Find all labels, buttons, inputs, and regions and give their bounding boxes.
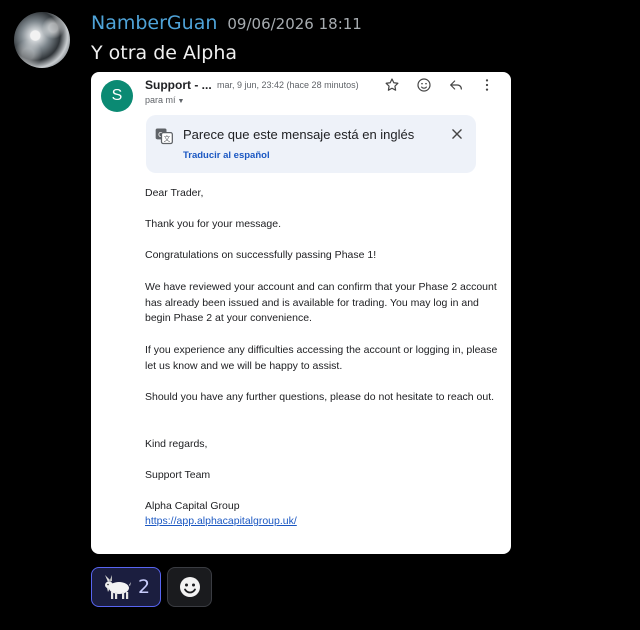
svg-text:文: 文 [164, 134, 171, 143]
message-timestamp: 09/06/2026 18:11 [227, 15, 362, 33]
close-icon [452, 129, 462, 139]
message-text: Y otra de Alpha [91, 42, 238, 64]
email-greeting: Dear Trader, [145, 187, 204, 199]
reactions-bar: 2 [91, 567, 212, 607]
translate-icon: G 文 [155, 128, 173, 145]
add-reaction-button[interactable] [167, 567, 212, 607]
sender-avatar: S [101, 80, 133, 112]
email-paragraph: Congratulations on successfully passing … [145, 249, 377, 261]
email-screenshot-attachment[interactable]: S Support - ... mar, 9 jun, 23:42 (hace … [91, 72, 511, 554]
chevron-down-icon: ▼ [177, 98, 185, 105]
user-avatar[interactable] [14, 12, 70, 68]
email-signature-link: https://app.alphacapitalgroup.uk/ [145, 515, 297, 527]
email-date: mar, 9 jun, 23:42 (hace 28 minutos) [217, 80, 359, 90]
message-header: NamberGuan 09/06/2026 18:11 [91, 12, 362, 34]
email-signature-link-row: https://app.alphacapitalgroup.uk/ [145, 514, 505, 530]
recipient-label: para mí [145, 95, 176, 105]
reply-icon [447, 76, 465, 94]
translate-banner: G 文 Parece que este mensaje está en ingl… [146, 115, 476, 173]
star-icon [383, 76, 401, 94]
username[interactable]: NamberGuan [91, 12, 217, 34]
sender-name: Support - ... [145, 78, 212, 92]
email-paragraph: We have reviewed your account and can co… [145, 281, 497, 324]
reaction-goat[interactable]: 2 [91, 567, 161, 607]
email-paragraph: Should you have any further questions, p… [145, 391, 495, 403]
add-reaction-icon [179, 577, 200, 597]
email-signature-team: Support Team [145, 469, 211, 481]
more-vert-icon [478, 76, 496, 94]
translate-banner-title: Parece que este mensaje está en inglés [183, 127, 415, 142]
email-paragraph: If you experience any difficulties acces… [145, 344, 498, 372]
reaction-count: 2 [137, 576, 151, 598]
email-signature-company: Alpha Capital Group [145, 500, 240, 512]
email-paragraph: Thank you for your message. [145, 218, 281, 230]
translate-link: Traducir al español [183, 150, 270, 161]
goat-icon [104, 575, 131, 599]
email-closing: Kind regards, [145, 438, 208, 450]
recipient-line: para mí ▼ [145, 95, 184, 105]
emoji-icon [415, 76, 433, 94]
